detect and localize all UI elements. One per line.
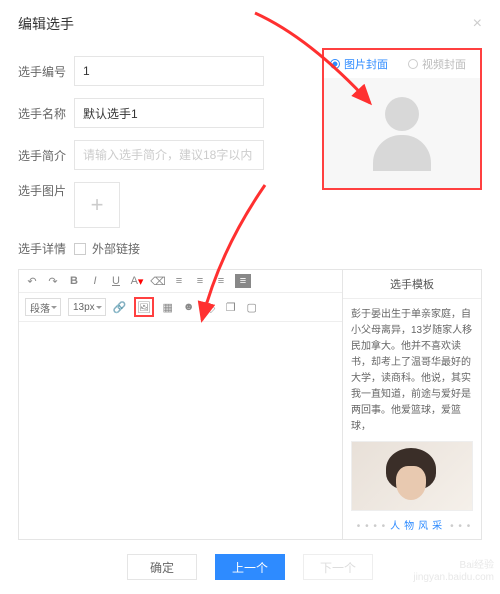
avatar-placeholder-icon [367,93,437,173]
font-color-icon[interactable]: A▾ [130,274,144,288]
align-center-icon[interactable]: ≡ [193,274,207,288]
link-icon[interactable]: 🔗 [113,300,127,314]
template-panel-title: 选手模板 [343,270,481,299]
name-input[interactable] [74,98,264,128]
intro-label: 选手简介 [18,147,74,164]
tab-video-cover[interactable]: 视频封面 [402,50,480,78]
paragraph-select[interactable]: 段落 [25,298,61,316]
id-input[interactable] [74,56,264,86]
template-item[interactable]: 彭于晏出生于单亲家庭，自小父母离异，13岁随家人移民加拿大。他并不喜欢读书，却考… [343,299,481,539]
tab-image-cover[interactable]: 图片封面 [324,50,402,78]
underline-icon[interactable]: U [109,274,123,288]
ok-button[interactable]: 确定 [127,554,197,580]
cover-panel: 图片封面 视频封面 [322,48,482,190]
add-image-button[interactable]: + [74,182,120,228]
watermark: Bai经验jingyan.baidu.com [413,560,494,584]
italic-icon[interactable]: I [88,274,102,288]
align-justify-icon[interactable]: ≡ [235,274,251,288]
cover-upload-area[interactable] [324,78,480,188]
copy-icon[interactable]: ❐ [224,300,238,314]
toolbar-row-1: ↶ ↷ B I U A▾ ⌫ ≡ ≡ ≡ ≡ [19,270,342,293]
align-right-icon[interactable]: ≡ [214,274,228,288]
attachment-icon[interactable]: 🏷 [203,300,217,314]
template-text: 彭于晏出生于单亲家庭，自小父母离异，13岁随家人移民加拿大。他并不喜欢读书，却考… [351,307,473,435]
fontsize-select[interactable]: 13px [68,298,106,316]
redo-icon[interactable]: ↷ [46,274,60,288]
video-icon[interactable]: ▦ [161,300,175,314]
emoji-icon[interactable]: ☻ [182,300,196,314]
dialog-footer: 确定 上一个 下一个 [18,540,482,594]
editor-body[interactable] [19,322,342,502]
dialog-header: 编辑选手 × [18,14,482,44]
toolbar-row-2: 段落 13px 🔗 🖼 ▦ ☻ 🏷 ❐ ▢ [19,293,342,322]
template-subtitle-1: 人物风采 [351,519,473,539]
radio-on-icon [330,59,340,69]
close-icon[interactable]: × [473,15,482,33]
next-button[interactable]: 下一个 [303,554,373,580]
template-image [351,441,473,511]
prev-button[interactable]: 上一个 [215,554,285,580]
image-icon[interactable]: 🖼 [137,300,151,314]
id-label: 选手编号 [18,63,74,80]
intro-input[interactable] [74,140,264,170]
clear-format-icon[interactable]: ⌫ [151,274,165,288]
rich-editor: ↶ ↷ B I U A▾ ⌫ ≡ ≡ ≡ ≡ 段落 13px 🔗 🖼 ▦ ☻ 🏷 [18,269,482,540]
external-link-checkbox[interactable] [74,243,86,255]
detail-label: 选手详情 [18,240,74,257]
undo-icon[interactable]: ↶ [25,274,39,288]
dialog-title: 编辑选手 [18,14,74,34]
radio-off-icon [408,59,418,69]
name-label: 选手名称 [18,105,74,122]
align-left-icon[interactable]: ≡ [172,274,186,288]
bold-icon[interactable]: B [67,274,81,288]
pic-label: 选手图片 [18,182,74,199]
paste-icon[interactable]: ▢ [245,300,259,314]
external-link-label: 外部链接 [92,240,140,257]
